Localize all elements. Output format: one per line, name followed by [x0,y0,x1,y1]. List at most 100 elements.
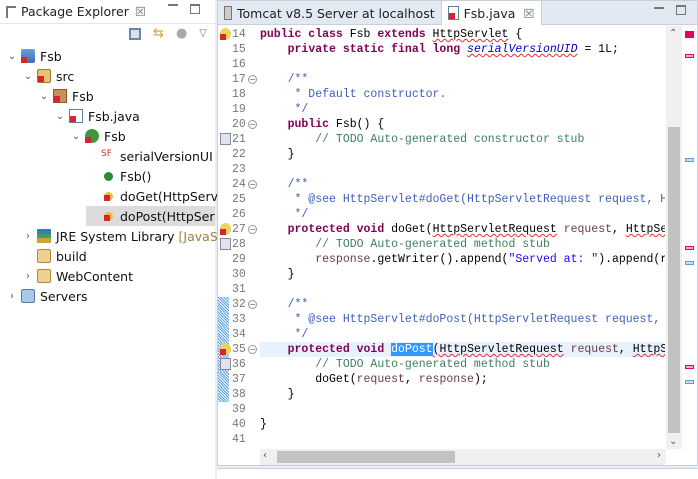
code-line[interactable]: } [260,267,665,282]
code-line[interactable]: * @see HttpServlet#doPost(HttpServletReq… [260,312,665,327]
code-line[interactable]: * Default constructor. [260,87,665,102]
code-line[interactable]: /** [260,177,665,192]
error-annotation-marker[interactable] [685,54,694,58]
close-icon[interactable]: ☒ [135,4,146,19]
chevron-down-icon[interactable]: ⌄ [22,71,34,82]
code-line[interactable]: public class Fsb extends HttpServlet { [260,27,665,42]
scroll-right-icon[interactable]: › [657,450,661,461]
tab-fsb-java[interactable]: Fsb.java ☒ [440,1,542,25]
view-menu-icon[interactable]: ▽ [199,28,207,39]
error-quickfix-icon[interactable] [220,223,231,235]
maximize-icon[interactable] [190,4,200,14]
error-quickfix-icon[interactable] [220,343,231,355]
code-line[interactable] [260,282,665,297]
code-line[interactable]: // TODO Auto-generated constructor stub [260,132,665,147]
code-token: doPost [391,343,433,356]
tree-item[interactable]: ⌄ Fsb [6,46,62,66]
quick-diff-marker [218,372,229,387]
fold-collapse-icon[interactable]: − [248,75,257,84]
chevron-right-icon[interactable]: › [22,231,34,242]
code-line[interactable]: doGet(request, response); [260,372,665,387]
code-line[interactable]: } [260,147,665,162]
code-line[interactable]: response.getWriter().append("Served at: … [260,252,665,267]
maximize-icon[interactable] [676,5,686,15]
fold-collapse-icon[interactable]: − [248,300,257,309]
horizontal-scroll-thumb[interactable] [277,451,455,463]
fold-collapse-icon[interactable]: − [248,345,257,354]
tab-package-explorer[interactable]: Package Explorer ☒ [0,0,152,24]
chevron-right-icon[interactable]: › [22,271,34,282]
code-line[interactable]: */ [260,102,665,117]
code-line[interactable]: public Fsb() { [260,117,665,132]
chevron-down-icon[interactable]: ⌄ [70,131,82,142]
vertical-scrollbar[interactable]: ⌃ ⌄ [666,26,682,449]
error-quickfix-icon[interactable] [220,28,231,40]
error-annotation-marker[interactable] [685,246,694,250]
minimize-icon[interactable] [654,7,664,9]
code-line[interactable]: } [260,387,665,402]
code-line[interactable] [260,57,665,72]
error-summary-icon[interactable] [685,31,694,38]
tree-item[interactable]: ⌄ Fsb.java [54,106,140,126]
task-icon[interactable] [220,238,231,250]
tab-tomcat-server[interactable]: Tomcat v8.5 Server at localhost [218,1,441,25]
scroll-up-icon[interactable]: ⌃ [669,28,677,39]
fold-collapse-icon[interactable]: − [248,180,257,189]
code-line[interactable]: private static final long serialVersionU… [260,42,665,57]
code-line[interactable] [260,432,665,447]
close-icon[interactable]: ☒ [523,6,534,21]
code-line[interactable] [260,162,665,177]
chevron-down-icon[interactable]: ⌄ [6,51,18,62]
tree-item[interactable]: build [22,246,87,266]
task-icon[interactable] [220,358,231,370]
code-line[interactable]: protected void doPost(HttpServletRequest… [260,342,665,357]
tree-item[interactable]: › Servers [6,286,88,306]
chevron-down-icon[interactable]: ⌄ [54,111,66,122]
code-line[interactable]: } [260,417,665,432]
collapse-all-icon[interactable] [129,27,142,40]
tab-label: Fsb.java [463,5,516,21]
vertical-scroll-thumb[interactable] [668,127,680,433]
task-annotation-marker[interactable] [685,158,694,162]
error-annotation-marker[interactable] [685,365,694,369]
quick-diff-marker [218,312,229,327]
tree-item[interactable]: ⌄ src [22,66,74,86]
code-line[interactable]: */ [260,207,665,222]
chevron-down-icon[interactable]: ⌄ [38,91,50,102]
code-line[interactable]: */ [260,327,665,342]
line-number: 40 [232,418,246,431]
task-annotation-marker[interactable] [685,261,694,265]
tree-item[interactable]: doGet(HttpServ [86,186,218,206]
overview-ruler[interactable] [683,26,697,449]
code-line[interactable]: /** [260,297,665,312]
code-line[interactable]: // TODO Auto-generated method stub [260,357,665,372]
link-with-editor-icon[interactable]: ⇆ [153,26,164,41]
code-line[interactable]: * @see HttpServlet#doGet(HttpServletRequ… [260,192,666,207]
tree-item[interactable]: Fsb() [86,166,151,186]
code-line[interactable]: protected void doGet(HttpServletRequest … [260,222,665,237]
code-token: // TODO Auto-generated method stub [260,238,550,251]
code-line[interactable]: /** [260,72,665,87]
task-annotation-marker[interactable] [685,380,694,384]
tree-item[interactable]: ⌄ Fsb [70,126,126,146]
code-line[interactable] [260,402,665,417]
fold-collapse-icon[interactable]: − [248,225,257,234]
code-area[interactable]: public class Fsb extends HttpServlet { p… [260,26,665,449]
tree-item[interactable]: › JRE System Library [JavaSE [22,226,226,246]
tree-item[interactable]: SF serialVersionUI [86,146,213,166]
minimize-icon[interactable] [168,4,178,6]
focus-icon[interactable]: ● [176,26,187,41]
bottom-panel [217,468,698,479]
tree-item[interactable]: doPost(HttpSer [86,206,215,226]
tree-item[interactable]: ⌄ Fsb [38,86,94,106]
scroll-down-icon[interactable]: ⌄ [669,436,677,447]
code-line[interactable]: // TODO Auto-generated method stub [260,237,665,252]
horizontal-scrollbar[interactable]: ‹ › [260,449,666,465]
tree-item[interactable]: › WebContent [22,266,133,286]
chevron-right-icon[interactable]: › [6,291,18,302]
fold-collapse-icon[interactable]: − [248,120,257,129]
task-icon[interactable] [220,133,231,145]
line-number: 17 [232,73,246,86]
scroll-left-icon[interactable]: ‹ [263,450,267,461]
